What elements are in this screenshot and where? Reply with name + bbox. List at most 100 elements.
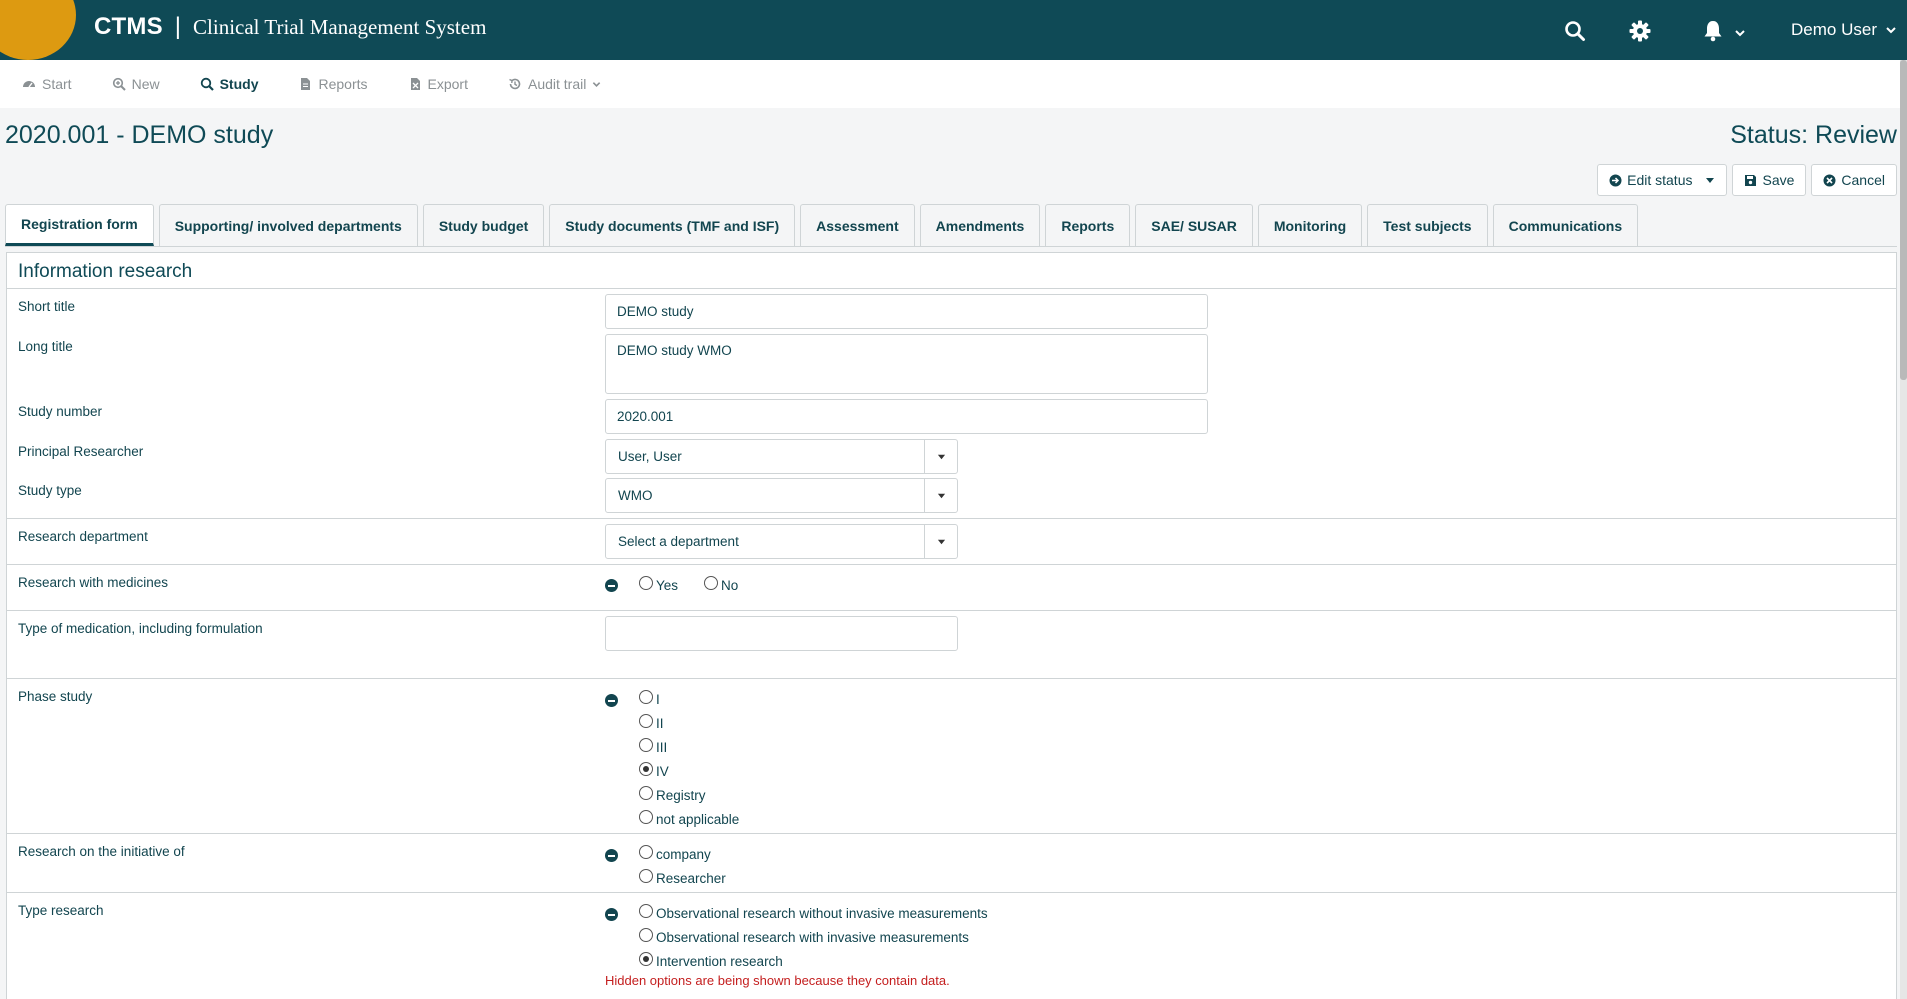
- tab-reports[interactable]: Reports: [1045, 204, 1131, 246]
- chevron-down-icon: [593, 81, 601, 87]
- nav-start-label: Start: [42, 76, 72, 92]
- phase-iii-radio[interactable]: III: [639, 735, 739, 759]
- save-label: Save: [1762, 172, 1795, 188]
- phase-ii-radio[interactable]: II: [639, 711, 739, 735]
- page-scrollbar-thumb[interactable]: [1900, 60, 1907, 380]
- form-row-initiative: Research on the initiative of company Re…: [7, 834, 1896, 893]
- form-row-type-research: Type research Observational research wit…: [7, 893, 1896, 999]
- nav-study-label: Study: [219, 76, 259, 92]
- nav-new[interactable]: New: [112, 76, 160, 92]
- phase-study-label: Phase study: [18, 689, 93, 704]
- medication-type-input[interactable]: [605, 616, 958, 651]
- medicines-no-radio[interactable]: No: [704, 573, 738, 597]
- radio-circle: [639, 738, 653, 752]
- study-type-select[interactable]: WMO: [605, 478, 958, 513]
- collapse-minus-icon[interactable]: [605, 579, 618, 592]
- short-title-input[interactable]: [605, 294, 1208, 329]
- collapse-minus-icon[interactable]: [605, 908, 618, 921]
- edit-status-button[interactable]: Edit status: [1597, 164, 1728, 196]
- tab-amendments[interactable]: Amendments: [919, 204, 1041, 246]
- collapse-minus-icon[interactable]: [605, 694, 618, 707]
- phase-registry-label: Registry: [656, 787, 706, 803]
- tab-sae-susar[interactable]: SAE/ SUSAR: [1135, 204, 1253, 246]
- tab-communications[interactable]: Communications: [1492, 204, 1639, 246]
- tab-registration-form[interactable]: Registration form: [5, 204, 154, 246]
- medicines-yes-radio[interactable]: Yes: [639, 573, 678, 597]
- caret-down-icon: [924, 440, 957, 473]
- form-row-department: Research department Select a department: [7, 519, 1896, 565]
- action-bar: Edit status Save Cancel: [1597, 164, 1897, 196]
- medicines-radio-group: Yes No: [639, 573, 738, 597]
- brand[interactable]: CTMS | Clinical Trial Management System: [94, 13, 486, 41]
- study-number-input[interactable]: [605, 399, 1208, 434]
- short-title-label: Short title: [18, 299, 76, 314]
- research-department-select[interactable]: Select a department: [605, 524, 958, 559]
- phase-iii-label: III: [656, 739, 668, 755]
- type-intervention-label: Intervention research: [656, 953, 783, 969]
- initiative-radio-group: company Researcher: [639, 842, 726, 890]
- phase-iv-radio[interactable]: IV: [639, 759, 739, 783]
- initiative-researcher-radio[interactable]: Researcher: [639, 866, 726, 890]
- medicines-no-label: No: [721, 577, 739, 593]
- tab-divider: [5, 246, 1897, 247]
- cancel-label: Cancel: [1841, 172, 1885, 188]
- tab-study-documents[interactable]: Study documents (TMF and ISF): [549, 204, 796, 246]
- dashboard-icon: [23, 81, 35, 88]
- radio-circle: [704, 576, 719, 590]
- edit-status-label: Edit status: [1627, 172, 1693, 188]
- nav-export-label: Export: [427, 76, 468, 92]
- principal-researcher-value: User, User: [618, 449, 682, 464]
- type-intervention-radio[interactable]: Intervention research: [639, 949, 988, 973]
- arrow-circle-right-icon: [1609, 174, 1622, 186]
- phase-not-applicable-radio[interactable]: not applicable: [639, 807, 739, 831]
- user-menu[interactable]: Demo User: [1791, 20, 1897, 40]
- nav-audit-trail[interactable]: Audit trail: [508, 76, 601, 92]
- app-header: CTMS | Clinical Trial Management System: [0, 0, 1907, 60]
- nav-start[interactable]: Start: [22, 76, 72, 92]
- type-observational-noninvasive-radio[interactable]: Observational research without invasive …: [639, 901, 988, 925]
- nav-audit-trail-label: Audit trail: [527, 76, 587, 92]
- chevron-down-icon[interactable]: [1734, 26, 1746, 38]
- page-title: 2020.001 - DEMO study: [5, 121, 274, 149]
- initiative-label: Research on the initiative of: [18, 844, 185, 859]
- phase-iv-label: IV: [656, 763, 669, 779]
- long-title-label: Long title: [18, 339, 73, 354]
- principal-researcher-select[interactable]: User, User: [605, 439, 958, 474]
- search-icon[interactable]: [1561, 17, 1589, 45]
- tab-supporting-departments[interactable]: Supporting/ involved departments: [158, 204, 418, 246]
- radio-circle: [639, 869, 653, 883]
- nav-study[interactable]: Study: [200, 76, 259, 92]
- radio-circle: [639, 845, 653, 859]
- phase-not-applicable-label: not applicable: [656, 811, 740, 827]
- type-observational-invasive-radio[interactable]: Observational research with invasive mea…: [639, 925, 988, 949]
- tab-monitoring[interactable]: Monitoring: [1257, 204, 1363, 246]
- radio-circle: [639, 904, 653, 918]
- nav-export[interactable]: Export: [408, 76, 468, 92]
- initiative-company-radio[interactable]: company: [639, 842, 726, 866]
- nav-reports[interactable]: Reports: [298, 76, 368, 92]
- bell-icon[interactable]: [1699, 17, 1727, 45]
- gear-icon[interactable]: [1626, 17, 1654, 45]
- long-title-textarea[interactable]: DEMO study WMO: [605, 334, 1208, 394]
- form-row-phase: Phase study I II III IV Registry not app…: [7, 679, 1896, 834]
- zoom-in-icon: [112, 77, 126, 91]
- radio-circle: [639, 714, 653, 728]
- form-block-general: Short title Long title DEMO study WMO St…: [7, 289, 1896, 519]
- nav-reports-label: Reports: [318, 76, 368, 92]
- radio-circle: [639, 810, 653, 824]
- principal-researcher-label: Principal Researcher: [18, 444, 144, 459]
- collapse-minus-icon[interactable]: [605, 849, 618, 862]
- tab-study-budget[interactable]: Study budget: [422, 204, 545, 246]
- initiative-researcher-label: Researcher: [656, 870, 726, 886]
- research-department-label: Research department: [18, 529, 148, 544]
- tab-test-subjects[interactable]: Test subjects: [1367, 204, 1488, 246]
- nav-new-label: New: [131, 76, 160, 92]
- chevron-down-icon: [1886, 27, 1896, 34]
- save-button[interactable]: Save: [1732, 164, 1807, 196]
- phase-i-radio[interactable]: I: [639, 687, 739, 711]
- radio-circle: [639, 928, 653, 942]
- caret-down-icon: [924, 479, 957, 512]
- phase-registry-radio[interactable]: Registry: [639, 783, 739, 807]
- tab-assessment[interactable]: Assessment: [800, 204, 915, 246]
- cancel-button[interactable]: Cancel: [1811, 164, 1897, 196]
